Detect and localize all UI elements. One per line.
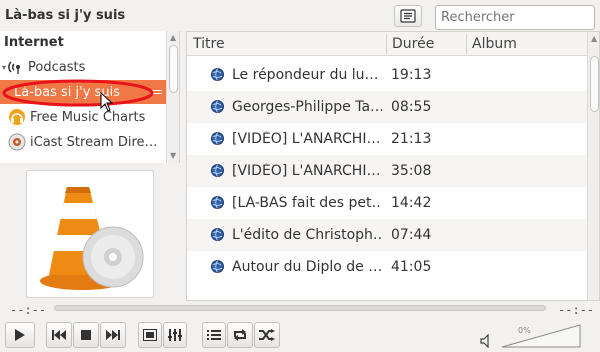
scroll-up-icon[interactable]: ▲	[170, 33, 176, 42]
globe-icon	[211, 100, 224, 113]
fullscreen-button[interactable]	[138, 322, 162, 348]
vlc-cone-icon	[40, 187, 144, 290]
expand-arrow-icon[interactable]: ▾	[2, 63, 6, 72]
globe-icon	[211, 164, 224, 177]
previous-icon	[52, 330, 66, 340]
page-title: Là-bas si j'y suis	[5, 8, 126, 23]
track-duration: 35:08	[391, 163, 432, 179]
table-row[interactable]: [VIDÉO] L'ANARCHI… 35:08	[187, 155, 587, 187]
scroll-up-icon[interactable]: ▲	[591, 34, 597, 43]
album-art	[26, 170, 154, 298]
track-title: [LÀ-BAS fait des pet…	[232, 195, 382, 211]
track-title: Georges-Philippe Ta…	[232, 99, 382, 115]
volume-percentage: 0%	[518, 326, 531, 335]
stop-button[interactable]	[73, 322, 99, 348]
sidebar-scrollbar[interactable]: ▲ ▼	[166, 31, 179, 163]
sidebar-item-label: Podcasts	[28, 59, 86, 75]
elapsed-time: --:--	[10, 303, 47, 317]
repeat-button[interactable]	[227, 322, 253, 348]
volume-slider[interactable]	[500, 323, 582, 349]
table-row[interactable]: Autour du Diplo de … 41:05	[187, 251, 587, 283]
sidebar-section-internet: Internet	[4, 35, 64, 50]
list-view-icon	[400, 9, 416, 23]
search-input[interactable]	[435, 5, 595, 30]
sidebar-item-label: iCast Stream Dire…	[30, 134, 158, 150]
playlist-table: Titre Durée Album Le répondeur du lu… 19…	[186, 31, 600, 301]
repeat-icon	[234, 329, 246, 341]
column-separator[interactable]	[466, 34, 467, 54]
shuffle-button[interactable]	[254, 322, 280, 348]
podcast-icon	[8, 61, 21, 74]
mouse-cursor-icon	[100, 92, 114, 112]
playlist-icon	[207, 330, 221, 340]
playlist-scrollbar[interactable]: ▲	[587, 32, 599, 300]
track-duration: 41:05	[391, 259, 432, 275]
equalizer-button[interactable]	[163, 322, 187, 348]
next-icon	[106, 330, 120, 340]
track-title: L'édito de Christoph…	[232, 227, 382, 243]
previous-button[interactable]	[46, 322, 72, 348]
shuffle-icon	[259, 329, 275, 341]
globe-icon	[211, 68, 224, 81]
play-icon	[15, 329, 25, 341]
sidebar-item-icast[interactable]: iCast Stream Dire…	[0, 130, 166, 154]
playlist-scroll-thumb[interactable]	[590, 56, 599, 112]
sidebar-scroll-thumb[interactable]	[169, 45, 178, 93]
scroll-down-icon[interactable]: ▼	[170, 151, 176, 160]
track-duration: 19:13	[391, 67, 432, 83]
play-button[interactable]	[5, 322, 35, 348]
column-header-duration[interactable]: Durée	[392, 36, 434, 52]
track-duration: 08:55	[391, 99, 432, 115]
track-duration: 21:13	[391, 131, 432, 147]
stop-icon	[81, 330, 91, 340]
globe-icon	[211, 260, 224, 273]
headphones-icon	[9, 109, 25, 125]
track-title: [VIDÉO] L'ANARCHI…	[232, 131, 381, 147]
track-title: Autour du Diplo de …	[232, 259, 382, 275]
column-separator[interactable]	[386, 34, 387, 54]
globe-icon	[211, 228, 224, 241]
track-duration: 14:42	[391, 195, 432, 211]
track-title: [VIDÉO] L'ANARCHI…	[232, 163, 381, 179]
globe-icon	[211, 196, 224, 209]
speaker-icon[interactable]	[480, 334, 494, 348]
track-duration: 07:44	[391, 227, 432, 243]
fullscreen-icon	[143, 329, 157, 341]
sidebar-item-label: Free Music Charts	[30, 109, 146, 125]
table-row[interactable]: [VIDÉO] L'ANARCHI… 21:13	[187, 123, 587, 155]
table-row[interactable]: [LÀ-BAS fait des pet… 14:42	[187, 187, 587, 219]
table-row[interactable]: Georges-Philippe Ta… 08:55	[187, 91, 587, 123]
remaining-time: --:--	[558, 303, 595, 317]
icast-icon	[8, 133, 26, 151]
track-title: Le répondeur du lu…	[232, 67, 379, 83]
table-row[interactable]: L'édito de Christoph… 07:44	[187, 219, 587, 251]
view-mode-button[interactable]	[394, 5, 422, 27]
playlist-button[interactable]	[202, 322, 226, 348]
table-row[interactable]: Le répondeur du lu… 19:13	[187, 59, 587, 91]
equalizer-icon	[168, 329, 182, 341]
table-header: Titre Durée Album	[187, 32, 587, 56]
globe-icon	[211, 132, 224, 145]
column-header-title[interactable]: Titre	[193, 36, 225, 52]
annotation-ellipse	[2, 79, 154, 107]
seek-slider[interactable]	[54, 305, 546, 311]
top-bar: Là-bas si j'y suis	[0, 0, 600, 33]
next-button[interactable]	[100, 322, 126, 348]
column-header-album[interactable]: Album	[472, 36, 517, 52]
